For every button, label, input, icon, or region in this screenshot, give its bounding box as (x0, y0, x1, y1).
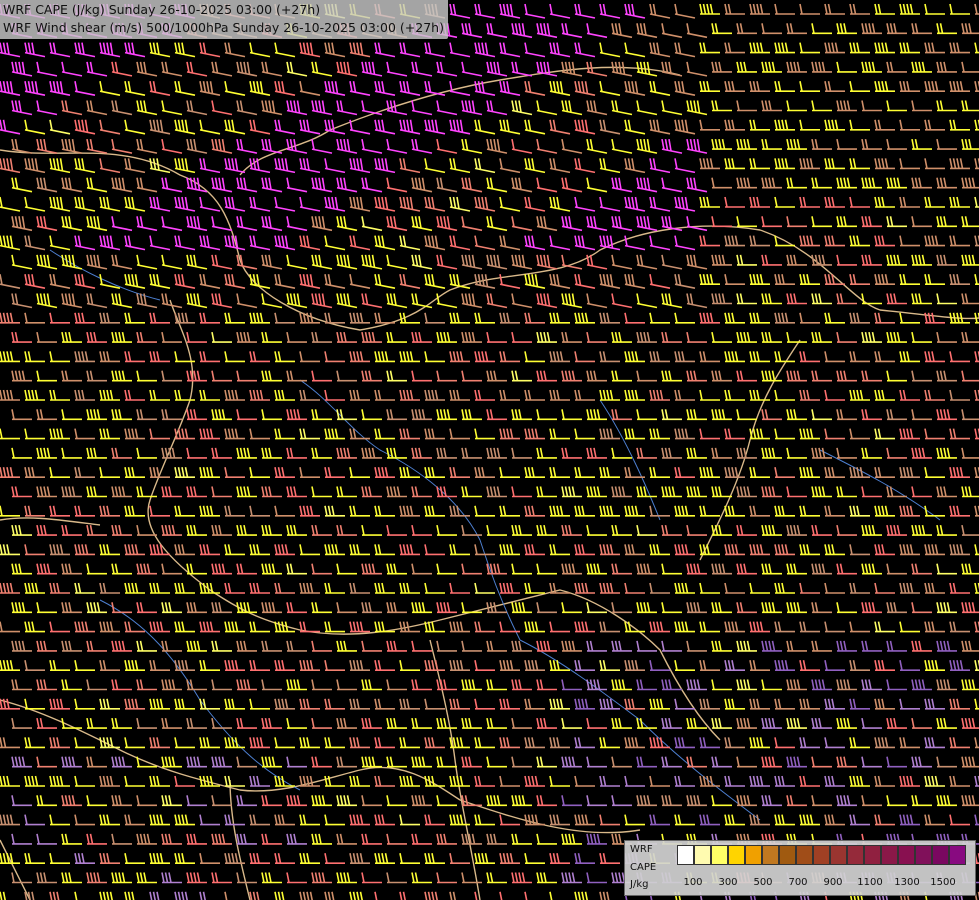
legend-swatch (830, 845, 847, 865)
legend-swatch (898, 845, 915, 865)
legend-color-scale (677, 845, 966, 865)
legend-swatch (915, 845, 932, 865)
legend-swatch (813, 845, 830, 865)
legend-swatch (745, 845, 762, 865)
legend-tick-labels: 100 300 500 700 900 1100 1300 1500 (625, 877, 977, 891)
legend-swatch (779, 845, 796, 865)
map-canvas (0, 0, 979, 900)
legend-tick-label: 1100 (857, 877, 883, 888)
legend-tick-label: 1300 (894, 877, 920, 888)
legend-swatch (949, 845, 966, 865)
legend-tick-label: 300 (718, 877, 738, 888)
legend-swatch (847, 845, 864, 865)
legend-tick-label: 900 (823, 877, 843, 888)
legend-swatch (881, 845, 898, 865)
legend-tick-label: 500 (753, 877, 773, 888)
legend-swatch (711, 845, 728, 865)
cape-legend: WRF CAPE J/kg 100 300 500 700 900 1100 1300 150… (624, 840, 976, 896)
legend-swatch (796, 845, 813, 865)
legend-swatch (728, 845, 745, 865)
title-cape: WRF CAPE (J/kg) Sunday 26-10-2025 03:00 … (3, 2, 321, 17)
legend-tick-label: 100 (683, 877, 703, 888)
legend-tick-label: 700 (788, 877, 808, 888)
title-wind-shear: WRF Wind shear (m/s) 500/1000hPa Sunday … (3, 20, 444, 35)
legend-swatch (864, 845, 881, 865)
map-background (0, 0, 979, 900)
legend-name-line: WRF (630, 844, 653, 855)
legend-tick-label: 1500 (930, 877, 956, 888)
legend-swatch (932, 845, 949, 865)
legend-swatch (762, 845, 779, 865)
legend-swatch (694, 845, 711, 865)
legend-name-line: CAPE (630, 862, 657, 873)
map-title: WRF CAPE (J/kg) Sunday 26-10-2025 03:00 … (0, 0, 448, 39)
legend-swatch (677, 845, 694, 865)
